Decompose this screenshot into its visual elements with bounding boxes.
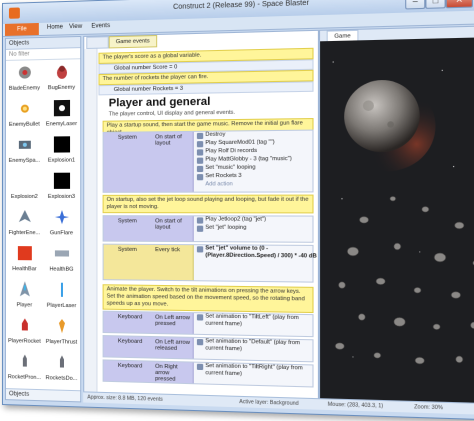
event-block[interactable]: System On start of layout Play Jetloop2 …	[102, 215, 314, 243]
objects-panel: Objects No filter BladeEnemy BugEnemy En…	[4, 35, 82, 403]
comment-row[interactable]: Animate the player. Switch to the tilt a…	[102, 284, 314, 314]
rocket-icon	[59, 355, 64, 368]
condition-object: Keyboard	[117, 338, 143, 346]
condition-block[interactable]: Keyboard On Left arrow pressed	[103, 311, 194, 334]
object-item[interactable]: PlayerThrust	[43, 314, 80, 349]
object-item[interactable]: PlayerRocket	[6, 313, 43, 348]
comment-row[interactable]: On startup, also set the jet loop sound …	[102, 194, 314, 214]
maximize-button[interactable]: □	[425, 0, 446, 9]
action-row[interactable]: Set animation to "Default" (play from cu…	[195, 338, 313, 355]
condition-text: On start of layout	[155, 134, 182, 147]
object-item[interactable]: BugEnemy	[43, 59, 80, 94]
event-gutter	[84, 48, 98, 394]
status-approx-size: Approx. size: 8.8 MB, 120 events	[87, 394, 163, 403]
condition-block[interactable]: System Every tick	[103, 244, 194, 281]
object-item[interactable]: Player	[6, 277, 43, 312]
space-scene	[320, 37, 474, 406]
tab-view[interactable]: View	[69, 24, 82, 30]
object-item[interactable]: EnemyLaser	[43, 96, 80, 131]
actions-list: Set animation to "TiltRight" (play from …	[195, 363, 313, 381]
condition-object: System	[117, 218, 137, 225]
object-item[interactable]: HealthBG	[43, 241, 80, 276]
action-row[interactable]: Set animation to "TiltLeft" (play from c…	[195, 313, 313, 330]
explosion-icon	[53, 136, 70, 153]
objects-panel-footer: Objects	[5, 388, 81, 402]
condition-block[interactable]: System On start of layout	[103, 131, 194, 192]
blade-enemy-icon	[18, 66, 31, 79]
actions-list: Destroy Play SquareMod01 (tag "") Play R…	[195, 131, 313, 189]
group-title[interactable]: Player and general	[98, 94, 313, 110]
condition-text: On Left arrow released	[155, 339, 190, 352]
object-item[interactable]: Explosion1	[43, 132, 80, 167]
player-ship-icon	[19, 281, 30, 297]
object-item[interactable]: RocketsDo...	[43, 350, 80, 385]
condition-text: On Right arrow pressed	[155, 363, 178, 383]
action-row[interactable]: Set Rockets 3	[195, 173, 313, 182]
minimize-button[interactable]: –	[405, 0, 426, 10]
condition-text: On Left arrow pressed	[155, 314, 190, 328]
tab-game-events[interactable]: Game events	[108, 35, 157, 49]
actions-list: Set animation to "TiltLeft" (play from c…	[195, 313, 313, 330]
close-button[interactable]: ✕	[445, 0, 473, 9]
action-row[interactable]: Set "jet" volume to (0 - (Player.8Direct…	[195, 245, 319, 260]
health-bar-icon	[17, 246, 32, 261]
action-row[interactable]: Set animation to "TiltRight" (play from …	[195, 363, 313, 381]
object-item[interactable]: RocketPron...	[6, 349, 43, 384]
event-block[interactable]: Keyboard On Left arrow pressed Set anima…	[102, 310, 314, 338]
actions-list: Play Jetloop2 (tag "jet") Set "jet" loop…	[195, 216, 313, 233]
tab-home[interactable]: Home	[47, 24, 63, 30]
condition-object: Keyboard	[117, 362, 143, 370]
fighter-enemy-icon	[18, 209, 31, 222]
condition-block[interactable]: System On start of layout	[103, 216, 194, 242]
object-item[interactable]: BladeEnemy	[6, 60, 43, 95]
status-zoom: Zoom: 30%	[414, 404, 443, 412]
condition-block[interactable]: Keyboard On Left arrow released	[103, 336, 194, 359]
condition-text: On start of layout	[155, 218, 182, 231]
enemy-spawner-icon	[18, 140, 31, 149]
enemy-bullet-icon	[20, 104, 29, 113]
condition-object: System	[117, 134, 137, 141]
add-action-link[interactable]: Add action	[195, 181, 313, 189]
player-rocket-icon	[21, 318, 28, 331]
condition-text: Every tick	[155, 247, 180, 254]
explosion-icon	[53, 172, 70, 189]
condition-block[interactable]: Keyboard On Right arrow pressed	[103, 360, 194, 384]
rocket-icon	[22, 354, 27, 367]
file-menu-button[interactable]: File	[4, 22, 39, 36]
event-block[interactable]: System On start of layout Destroy Play S…	[102, 129, 314, 193]
player-laser-icon	[60, 282, 63, 297]
object-item[interactable]: FighterEne...	[6, 205, 43, 239]
app-window: Construct 2 (Release 99) - Space Blaster…	[2, 0, 474, 421]
layout-view[interactable]: Game	[318, 25, 474, 407]
object-item[interactable]: Explosion3	[43, 169, 80, 203]
event-block[interactable]: Keyboard On Left arrow released Set anim…	[102, 335, 314, 363]
object-item[interactable]: HealthBar	[6, 241, 43, 275]
object-item[interactable]: EnemyBullet	[6, 96, 43, 131]
group-description: The player control, UI display and gener…	[108, 109, 236, 118]
bug-enemy-icon	[55, 65, 66, 79]
action-row[interactable]: Set "jet" looping	[195, 225, 313, 234]
gun-flare-icon	[54, 210, 69, 225]
event-sheet: Game events The player's score as a glob…	[83, 29, 319, 402]
object-item[interactable]: EnemySpa...	[6, 133, 43, 167]
status-active-layer: Active layer: Background	[239, 398, 299, 407]
enemy-laser-icon	[53, 99, 70, 117]
object-item[interactable]: GunFlare	[43, 205, 80, 239]
event-block[interactable]: System Every tick Set "jet" volume to (0…	[102, 243, 317, 283]
tab-layout[interactable]	[86, 36, 109, 49]
actions-list: Set "jet" volume to (0 - (Player.8Direct…	[195, 245, 319, 260]
condition-object: Keyboard	[117, 313, 143, 321]
condition-object: System	[117, 246, 137, 254]
player-thrust-icon	[58, 319, 65, 334]
object-item[interactable]: Explosion2	[6, 169, 43, 203]
tab-events[interactable]: Events	[91, 23, 110, 30]
event-block[interactable]: Keyboard On Right arrow pressed Set anim…	[102, 359, 314, 388]
object-item[interactable]: PlayerLaser	[43, 277, 80, 312]
actions-list: Set animation to "Default" (play from cu…	[195, 338, 313, 355]
objects-grid: BladeEnemy BugEnemy EnemyBullet EnemyLas…	[6, 59, 80, 393]
explosion-icon	[16, 172, 33, 189]
health-bg-icon	[54, 250, 69, 257]
